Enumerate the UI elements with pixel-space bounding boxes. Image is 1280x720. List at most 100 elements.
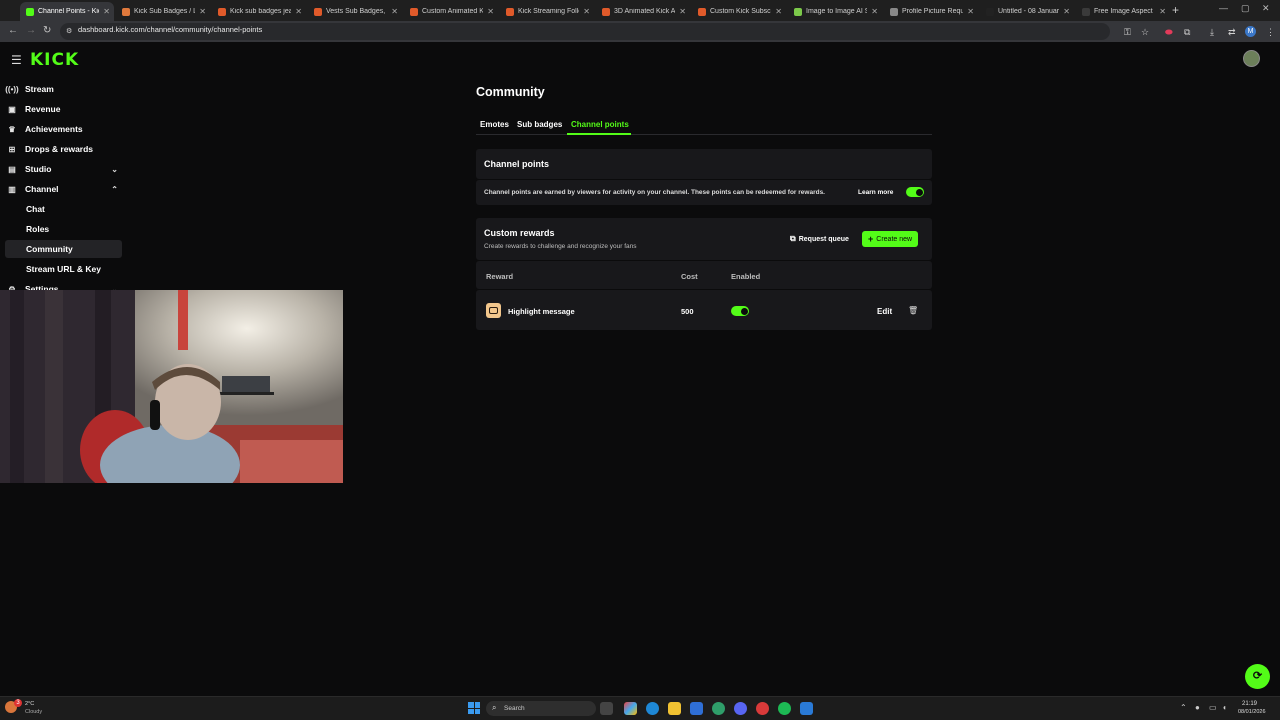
close-tab-icon[interactable]: ✕: [199, 7, 206, 16]
microphone-icon[interactable]: ●: [1195, 703, 1200, 712]
tray-overflow-icon[interactable]: ⌃: [1180, 703, 1187, 712]
extension-icon[interactable]: ⬬: [1165, 27, 1173, 38]
sidebar-item-chat[interactable]: Chat: [5, 200, 122, 218]
request-queue-button[interactable]: ⧉ Request queue: [790, 234, 849, 244]
close-tab-icon[interactable]: ✕: [871, 7, 878, 16]
user-avatar[interactable]: [1243, 50, 1260, 67]
reward-enabled-toggle[interactable]: [731, 306, 749, 316]
edge-icon[interactable]: [646, 702, 659, 715]
hamburger-menu-icon[interactable]: ☰: [11, 53, 22, 67]
tab-emotes[interactable]: Emotes: [480, 120, 509, 129]
spotify-icon[interactable]: [778, 702, 791, 715]
channel-points-toggle[interactable]: [906, 187, 924, 197]
request-queue-label: Request queue: [798, 235, 849, 243]
close-tab-icon[interactable]: ✕: [487, 7, 494, 16]
browser-tab[interactable]: Free Image Aspect Ra ✕: [1076, 2, 1170, 21]
maximize-icon[interactable]: ▢: [1241, 3, 1250, 14]
browser-tab[interactable]: Channel Points - Kick ✕: [20, 2, 114, 21]
url-text[interactable]: dashboard.kick.com/channel/community/cha…: [78, 25, 262, 34]
browser-menu-icon[interactable]: ⋮: [1266, 27, 1275, 38]
close-tab-icon[interactable]: ✕: [1159, 7, 1166, 16]
network-icon[interactable]: ▭: [1209, 703, 1217, 712]
clock-time[interactable]: 21:19: [1242, 701, 1257, 707]
browser-tab-label: Channel Points - Kick: [38, 8, 100, 15]
close-tab-icon[interactable]: ✕: [295, 7, 302, 16]
tab-channel-points[interactable]: Channel points: [571, 120, 629, 129]
browser-tab[interactable]: Custom Animated Kick✕: [404, 2, 498, 21]
browser-tab-label: Image to Image AI Sh: [806, 8, 868, 15]
custom-rewards-heading: Custom rewards: [484, 228, 555, 238]
edit-reward-button[interactable]: Edit: [877, 307, 892, 316]
download-icon[interactable]: ⤓: [1210, 27, 1214, 38]
sidebar-item-achievements[interactable]: ♛ Achievements: [5, 120, 122, 138]
sidebar-item-stream-url-key[interactable]: Stream URL & Key: [5, 260, 122, 278]
browser-tab[interactable]: Vests Sub Badges, Em ✕: [308, 2, 402, 21]
learn-more-link[interactable]: Learn more: [858, 189, 893, 196]
task-view-icon[interactable]: [600, 702, 613, 715]
browser-tab[interactable]: Kick sub badges jeans✕: [212, 2, 306, 21]
sidebar-item-studio[interactable]: ▤ Studio ⌄: [5, 160, 122, 178]
active-tab-underline: [567, 133, 631, 135]
browser-tab[interactable]: Image to Image AI Sh ✕: [788, 2, 882, 21]
new-tab-button[interactable]: +: [1172, 3, 1179, 17]
discord-icon[interactable]: [734, 702, 747, 715]
support-chat-icon[interactable]: ⟳: [1245, 664, 1270, 689]
browser-profile-avatar[interactable]: M: [1245, 26, 1256, 37]
browser-tab[interactable]: Kick Sub Badges / Log✕: [116, 2, 210, 21]
close-tab-icon[interactable]: ✕: [679, 7, 686, 16]
chrome-profile-icon[interactable]: [756, 702, 769, 715]
file-explorer-icon[interactable]: [668, 702, 681, 715]
chrome-icon[interactable]: [712, 702, 725, 715]
app-icon[interactable]: [800, 702, 813, 715]
minimize-icon[interactable]: —: [1219, 3, 1228, 13]
close-window-icon[interactable]: ✕: [1262, 3, 1270, 14]
browser-tab[interactable]: Kick Streaming Follow ✕: [500, 2, 594, 21]
tab-search-icon[interactable]: ⇄: [1228, 27, 1236, 38]
trash-icon[interactable]: 🗑: [908, 306, 918, 315]
copilot-icon[interactable]: [624, 702, 637, 715]
close-tab-icon[interactable]: ✕: [583, 7, 590, 16]
close-tab-icon[interactable]: ✕: [103, 7, 110, 16]
favicon-icon: [698, 7, 706, 16]
reward-cost: 500: [681, 307, 694, 316]
sidebar-item-revenue[interactable]: ▣ Revenue: [5, 100, 122, 118]
windows-start-icon[interactable]: [468, 702, 480, 714]
sidebar-item-roles[interactable]: Roles: [5, 220, 122, 238]
browser-tab[interactable]: 3D Animated Kick Alo ✕: [596, 2, 690, 21]
close-tab-icon[interactable]: ✕: [775, 7, 782, 16]
browser-tab[interactable]: Custom Kick Subscrib ✕: [692, 2, 786, 21]
sidebar-item-channel[interactable]: ▥ Channel ⌃: [5, 180, 122, 198]
reload-icon[interactable]: ↻: [43, 25, 51, 36]
revenue-icon: ▣: [8, 104, 16, 114]
browser-tab[interactable]: Profile Picture Request✕: [884, 2, 978, 21]
favicon-icon: [506, 7, 514, 16]
tab-sub-badges[interactable]: Sub badges: [517, 120, 562, 129]
password-key-icon[interactable]: ⚿: [1124, 27, 1131, 38]
close-tab-icon[interactable]: ✕: [1063, 7, 1070, 16]
create-new-button[interactable]: + Create new: [862, 231, 919, 247]
sidebar-item-label: Revenue: [25, 104, 61, 114]
extensions-puzzle-icon[interactable]: ⧉: [1184, 27, 1190, 38]
clock-date[interactable]: 08/01/2026: [1238, 709, 1266, 715]
bookmark-star-icon[interactable]: ☆: [1141, 27, 1149, 38]
chevron-up-icon[interactable]: ⌃: [111, 185, 118, 194]
volume-icon[interactable]: ◖: [1222, 703, 1227, 712]
forward-icon[interactable]: →: [26, 25, 36, 36]
sidebar-item-label: Stream: [25, 84, 54, 94]
weather-desc: Cloudy: [25, 709, 43, 715]
close-tab-icon[interactable]: ✕: [391, 7, 398, 16]
sidebar-item-stream[interactable]: ((•)) Stream: [5, 80, 122, 98]
browser-tab[interactable]: Untitled - 08 January ✕: [980, 2, 1074, 21]
back-icon[interactable]: ←: [8, 25, 18, 36]
site-info-icon[interactable]: ⚙: [66, 27, 72, 35]
plus-icon: +: [868, 234, 874, 244]
search-icon: ⌕: [492, 703, 497, 712]
taskbar-search[interactable]: ⌕ Search: [486, 701, 596, 716]
store-icon[interactable]: [690, 702, 703, 715]
sidebar-item-community[interactable]: Community: [5, 240, 122, 258]
browser-tab-label: Custom Kick Subscrib: [710, 8, 771, 15]
close-tab-icon[interactable]: ✕: [967, 7, 974, 16]
chevron-down-icon[interactable]: ⌄: [111, 165, 118, 174]
kick-logo[interactable]: KICK: [30, 50, 79, 70]
sidebar-item-drops-rewards[interactable]: ⊞ Drops & rewards: [5, 140, 122, 158]
